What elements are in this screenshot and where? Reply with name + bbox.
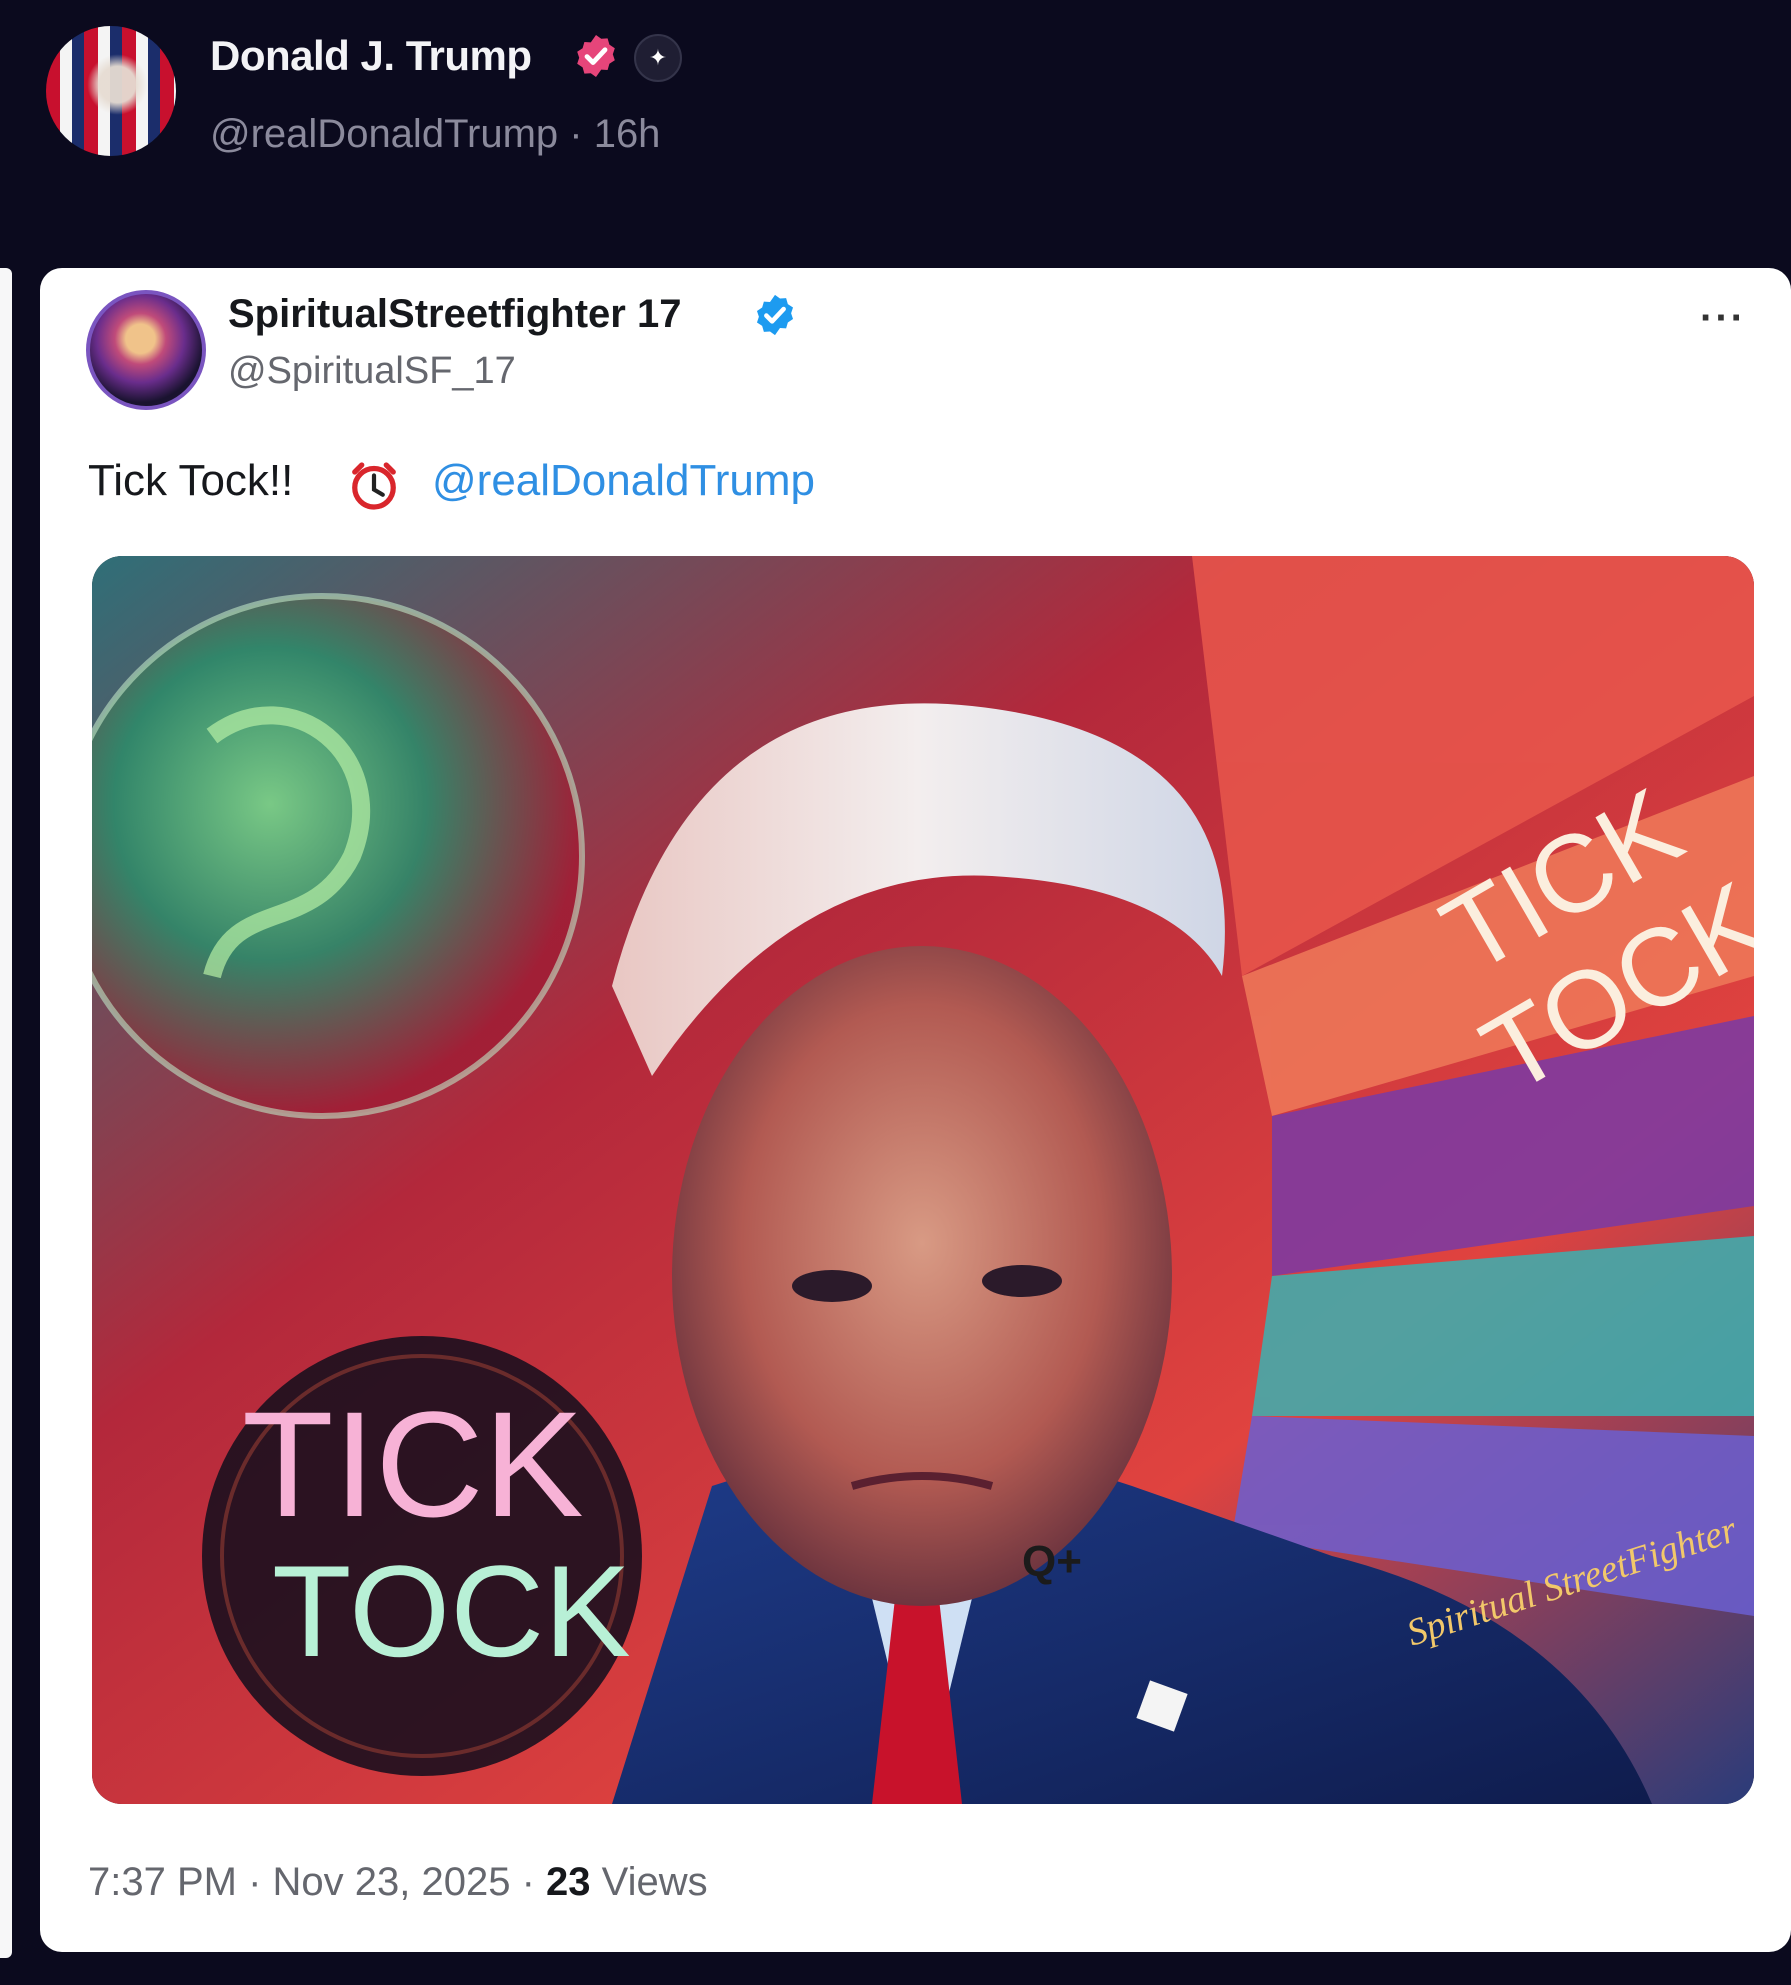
author-handle-time[interactable]: @realDonaldTrump · 16h bbox=[210, 112, 660, 157]
mention-link[interactable]: @realDonaldTrump bbox=[432, 456, 815, 506]
author-avatar[interactable] bbox=[46, 26, 176, 156]
tock-text-left: TOCK bbox=[272, 1538, 631, 1684]
timestamp-text[interactable]: 7:37 PM · Nov 23, 2025 · bbox=[88, 1860, 546, 1904]
quoted-author-avatar[interactable] bbox=[86, 290, 206, 410]
adjacent-card-edge bbox=[0, 268, 12, 1958]
post-text: Tick Tock!! bbox=[88, 456, 294, 505]
quoted-author-name[interactable]: SpiritualStreetfighter 17 bbox=[228, 292, 681, 337]
post-image[interactable]: TICK TOCK TICK TOCK Q+ Spiritual StreetF… bbox=[92, 556, 1754, 1804]
verified-badge-icon bbox=[756, 294, 794, 336]
views-label: Views bbox=[590, 1860, 708, 1904]
lapel-pin-text: Q+ bbox=[1022, 1537, 1082, 1586]
post-header: Donald J. Trump ✦ @realDonaldTrump · 16h bbox=[0, 0, 1791, 270]
post-timestamp: 7:37 PM · Nov 23, 2025 · 23 Views bbox=[88, 1860, 708, 1905]
sparkle-icon: ✦ bbox=[634, 34, 682, 82]
alarm-clock-icon bbox=[352, 462, 396, 510]
tick-text-left: TICK bbox=[242, 1380, 584, 1548]
verified-badge-icon bbox=[577, 35, 615, 77]
views-count: 23 bbox=[546, 1860, 591, 1904]
author-name[interactable]: Donald J. Trump bbox=[210, 32, 532, 80]
artwork-illustration: TICK TOCK TICK TOCK Q+ Spiritual StreetF… bbox=[92, 556, 1754, 1804]
quoted-author-handle[interactable]: @SpiritualSF_17 bbox=[228, 350, 516, 393]
more-options-icon[interactable]: ··· bbox=[1700, 296, 1746, 341]
